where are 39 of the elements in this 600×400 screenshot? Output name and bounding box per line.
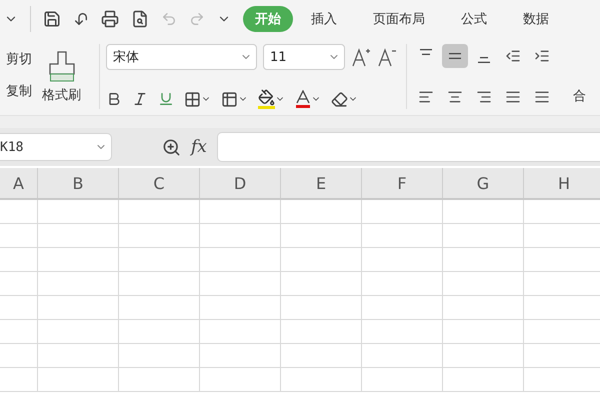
insert-function-button[interactable]: fx [191, 137, 207, 157]
format-painter-button[interactable]: 格式刷 [42, 86, 81, 104]
column-header[interactable]: F [362, 168, 443, 198]
merge-button[interactable]: 合 [573, 87, 594, 105]
increase-font-icon[interactable] [351, 47, 371, 67]
column-header[interactable]: E [281, 168, 362, 198]
ribbon-tab[interactable]: 页面布局 [361, 6, 437, 32]
formula-input[interactable] [216, 132, 600, 162]
font-name-dropdown[interactable]: 宋体 [106, 44, 257, 70]
paintbrush-icon[interactable] [48, 50, 76, 82]
italic-icon[interactable] [132, 91, 148, 107]
font-size-dropdown[interactable]: 11 [263, 44, 345, 70]
ribbon-tab[interactable]: 公式 [449, 6, 499, 32]
column-header[interactable]: B [38, 168, 119, 198]
font-color-icon[interactable] [295, 90, 321, 108]
vertical-align-button[interactable] [442, 44, 468, 68]
ribbon-tab[interactable]: 插入 [299, 6, 349, 32]
column-header[interactable]: A [0, 168, 38, 198]
alignment-lines-icon [478, 57, 490, 63]
table-style-icon[interactable] [221, 90, 248, 108]
fill-color-icon[interactable] [258, 89, 285, 109]
borders-icon[interactable] [184, 90, 211, 108]
print-preview-icon[interactable] [131, 10, 149, 28]
underline-icon[interactable] [158, 91, 174, 107]
alignment-lines-icon [449, 53, 461, 59]
column-header[interactable]: D [200, 168, 281, 198]
ribbon-tab[interactable]: 数据 [511, 6, 561, 32]
column-header[interactable]: G [443, 168, 524, 198]
zoom-icon[interactable] [162, 138, 181, 156]
name-box[interactable]: K18 [0, 133, 112, 161]
eraser-icon[interactable] [331, 90, 358, 108]
save-icon[interactable] [43, 10, 61, 28]
column-header[interactable]: C [119, 168, 200, 198]
column-header[interactable]: H [524, 168, 600, 198]
cut-button[interactable]: 剪切 [6, 50, 32, 68]
print-icon[interactable] [101, 10, 119, 28]
alignment-lines-icon [420, 49, 432, 55]
copy-button[interactable]: 复制 [6, 82, 32, 100]
decrease-font-icon[interactable] [377, 47, 397, 67]
